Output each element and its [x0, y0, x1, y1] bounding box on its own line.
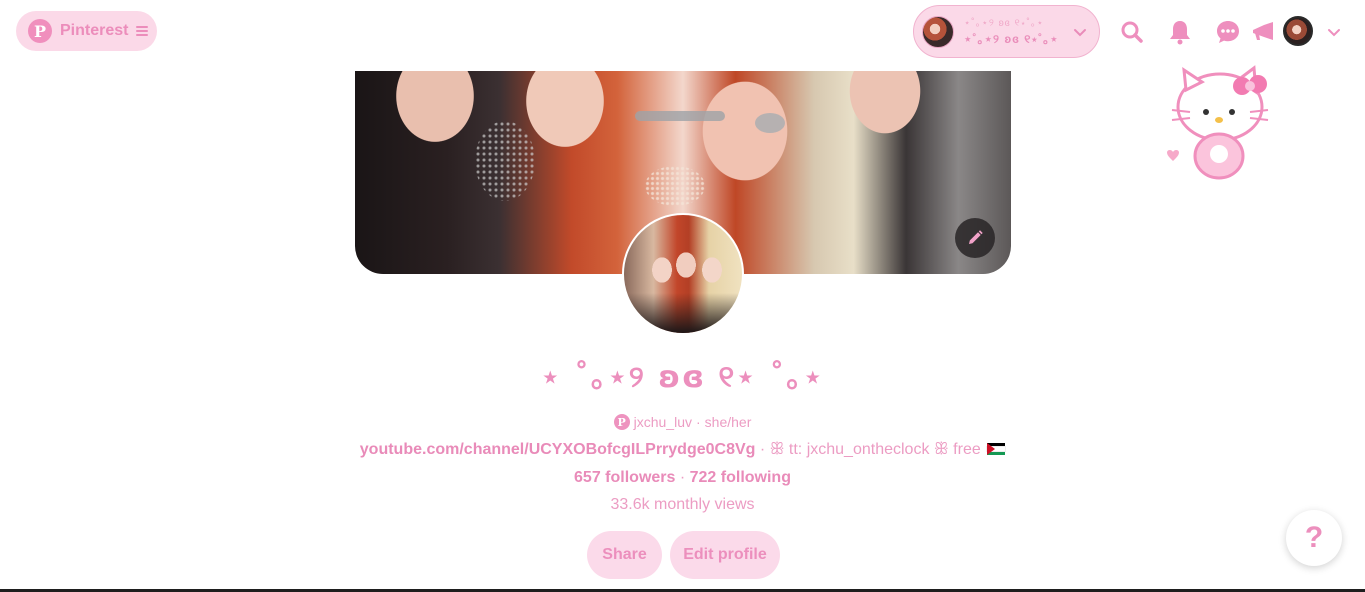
- profile-avatar-button[interactable]: [1283, 16, 1313, 46]
- chevron-down-icon: [1074, 28, 1086, 36]
- following-link[interactable]: 722 following: [690, 469, 791, 486]
- edit-cover-button[interactable]: [955, 218, 995, 258]
- brand-label: Pinterest: [60, 22, 129, 39]
- search-icon[interactable]: [1119, 19, 1145, 45]
- bio-website-link[interactable]: youtube.com/channel/UCYXOBofcgILPrrydge0…: [360, 441, 756, 458]
- pinterest-small-icon: P: [613, 414, 630, 430]
- account-menu-chevron-icon[interactable]: [1326, 24, 1342, 40]
- pencil-icon: [969, 230, 983, 244]
- hamburger-menu-icon: [136, 26, 149, 36]
- monthly-views: 33.6k monthly views: [610, 496, 755, 513]
- account-avatar: [922, 15, 954, 48]
- bio-row: youtube.com/channel/UCYXOBofcgILPrrydge0…: [0, 441, 1365, 459]
- stats-separator: ·: [675, 469, 690, 486]
- pinterest-menu-button[interactable]: P Pinterest: [16, 11, 157, 51]
- kitty-sticker-icon: [1167, 65, 1269, 180]
- profile-display-name: ⋆ ˚｡⋆୨ ʚɞ ୧⋆ ˚｡⋆: [540, 360, 825, 395]
- pinterest-logo-icon: P: [28, 19, 52, 43]
- bio-text: · ꕥ tt: jxchu_ontheclock ꕥ free: [755, 441, 986, 458]
- edit-profile-button[interactable]: Edit profile: [670, 531, 780, 579]
- profile-avatar[interactable]: [622, 213, 744, 335]
- megaphone-icon[interactable]: [1250, 19, 1276, 45]
- help-button[interactable]: ?: [1286, 510, 1342, 566]
- account-switcher[interactable]: ⋆˚｡⋆୨ ʚɞ ୧⋆˚｡⋆ ⋆˚｡⋆୨ ʚɞ ୧⋆˚｡⋆: [913, 5, 1100, 58]
- followers-link[interactable]: 657 followers: [574, 469, 675, 486]
- bell-icon[interactable]: [1167, 19, 1193, 45]
- messages-icon[interactable]: [1215, 19, 1241, 45]
- palestine-flag-icon: [986, 443, 1007, 455]
- account-name-small: ⋆˚｡⋆୨ ʚɞ ୧⋆˚｡⋆: [964, 17, 1045, 29]
- username-separator: ·: [696, 414, 701, 430]
- follow-stats: 657 followers · 722 following: [0, 469, 1365, 487]
- handle-row: P jxchu_luv · she/her: [0, 414, 1365, 430]
- share-button[interactable]: Share: [587, 531, 662, 579]
- username: jxchu_luv: [633, 414, 692, 430]
- pronouns: she/her: [704, 414, 752, 430]
- account-name: ⋆˚｡⋆୨ ʚɞ ୧⋆˚｡⋆: [964, 31, 1059, 46]
